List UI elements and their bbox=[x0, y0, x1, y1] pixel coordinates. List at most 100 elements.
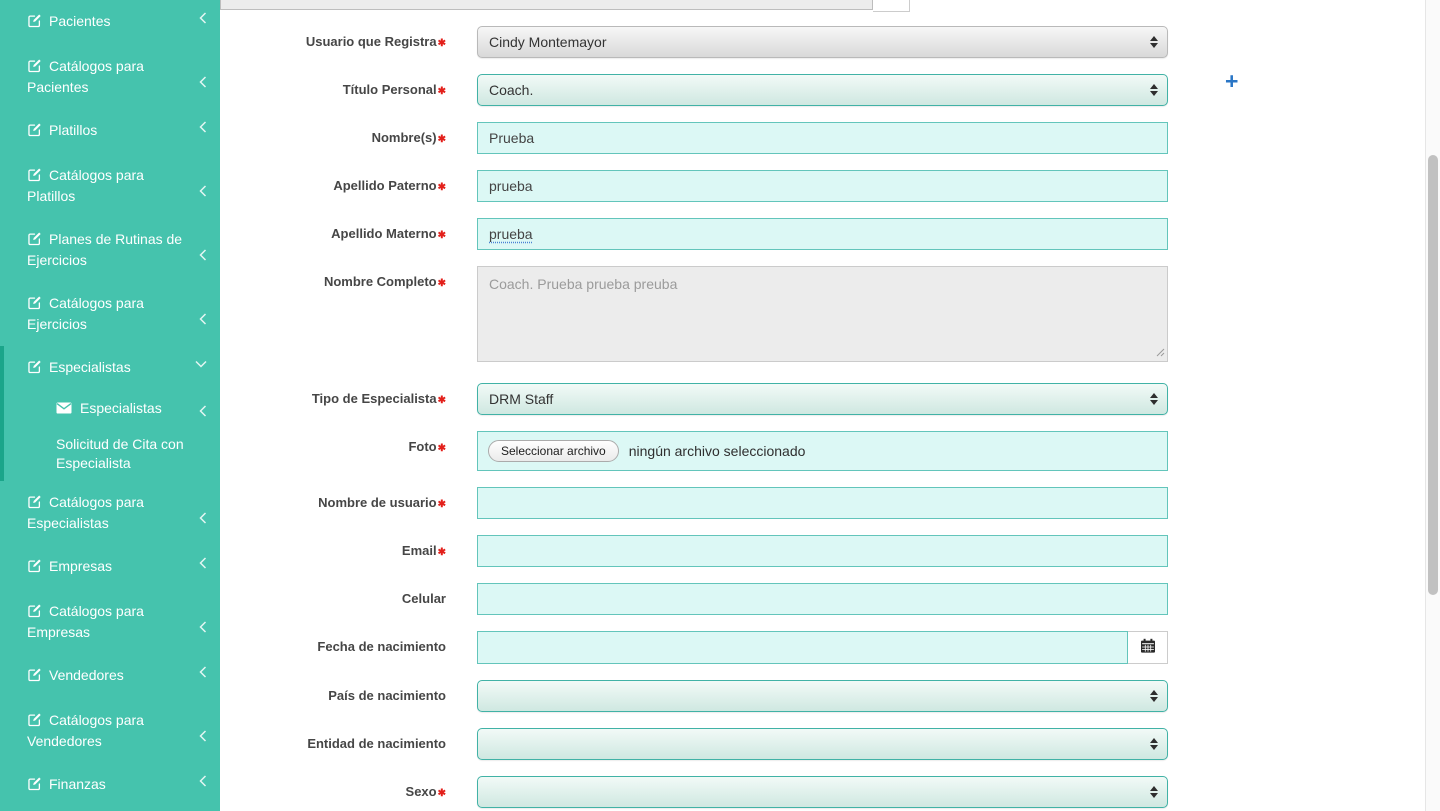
textarea-wrap bbox=[477, 266, 1168, 367]
sidebar-item-label: Platillos bbox=[49, 122, 97, 138]
sidebar-item-especialistas[interactable]: Especialistas bbox=[4, 346, 220, 391]
form-row-celular: Celular bbox=[220, 583, 1200, 615]
sidebar-item-label: Planes de Rutinas de Ejercicios bbox=[27, 231, 182, 268]
field-label-text: Foto bbox=[408, 439, 436, 454]
chevron-left-icon bbox=[199, 311, 207, 330]
sidebar-item-planes-de-rutinas-de-ejercicios[interactable]: Planes de Rutinas de Ejercicios bbox=[0, 218, 220, 282]
field-control: Cindy Montemayor bbox=[477, 26, 1168, 58]
field-label-text: Entidad de nacimiento bbox=[307, 736, 446, 751]
sidebar-item-pacientes[interactable]: Pacientes bbox=[0, 0, 220, 45]
chevron-left-icon bbox=[199, 119, 207, 138]
sidebar-item-label: Catálogos para Empresas bbox=[27, 603, 144, 640]
main-content: Usuario que Registra✱Cindy MontemayorTít… bbox=[220, 0, 1425, 811]
sidebar-item-label: Catálogos para Pacientes bbox=[27, 58, 144, 95]
resize-handle-icon[interactable] bbox=[1156, 344, 1165, 362]
arrow-up-icon bbox=[1150, 786, 1158, 791]
field-label-text: Celular bbox=[402, 591, 446, 606]
required-marker: ✱ bbox=[438, 499, 446, 510]
text-input-apellido-materno[interactable]: prueba bbox=[477, 218, 1168, 250]
select-titulo-personal[interactable]: Coach. bbox=[477, 74, 1168, 106]
sidebar-item-finanzas[interactable]: Finanzas bbox=[0, 763, 220, 808]
partial-input-top[interactable] bbox=[220, 0, 873, 10]
text-input-value: prueba bbox=[489, 226, 533, 242]
field-control bbox=[477, 680, 1168, 712]
select-entidad-de-nacimiento[interactable] bbox=[477, 728, 1168, 760]
sidebar-item-label: Pacientes bbox=[49, 13, 110, 29]
sidebar-item-catalogos-para-pacientes[interactable]: Catálogos para Pacientes bbox=[0, 45, 220, 109]
select-tipo-de-especialista[interactable]: DRM Staff bbox=[477, 383, 1168, 415]
chevron-left-icon bbox=[199, 74, 207, 93]
vertical-scrollbar-track[interactable] bbox=[1425, 0, 1440, 811]
arrow-down-icon bbox=[1150, 793, 1158, 798]
text-input-nombre-de-usuario[interactable] bbox=[477, 487, 1168, 519]
calendar-button[interactable] bbox=[1128, 631, 1168, 664]
sidebar-group-especialistas: EspecialistasEspecialistas Solicitud de C… bbox=[0, 346, 220, 481]
chevron-left-icon bbox=[199, 664, 207, 683]
form-row-partial-top bbox=[220, 0, 1200, 10]
field-control: prueba bbox=[477, 218, 1168, 250]
field-control bbox=[477, 266, 1168, 367]
select-arrows-icon bbox=[1150, 84, 1158, 96]
sidebar-item-label: Catálogos para Vendedores bbox=[27, 712, 144, 749]
sidebar-item-catalogos-para-empresas[interactable]: Catálogos para Empresas bbox=[0, 590, 220, 654]
edit-icon bbox=[27, 667, 42, 687]
arrow-up-icon bbox=[1150, 690, 1158, 695]
sidebar-item-empresas[interactable]: Empresas bbox=[0, 545, 220, 590]
sidebar-item-catalogos-para-ejercicios[interactable]: Catálogos para Ejercicios bbox=[0, 282, 220, 346]
chevron-left-icon bbox=[199, 247, 207, 266]
edit-icon bbox=[27, 558, 42, 578]
add-option-plus-icon[interactable]: + bbox=[1225, 73, 1245, 93]
field-label: Usuario que Registra✱ bbox=[220, 26, 446, 58]
field-label: Nombre de usuario✱ bbox=[220, 487, 446, 519]
required-marker: ✱ bbox=[438, 86, 446, 97]
text-input-celular[interactable] bbox=[477, 583, 1168, 615]
select-sexo[interactable] bbox=[477, 776, 1168, 808]
text-input-nombre-s[interactable]: Prueba bbox=[477, 122, 1168, 154]
chevron-left-icon bbox=[199, 510, 207, 529]
file-input-foto[interactable]: Seleccionar archivoningún archivo selecc… bbox=[477, 431, 1168, 471]
field-label: Email✱ bbox=[220, 535, 446, 567]
sidebar-item-label: Catálogos para Especialistas bbox=[27, 494, 144, 531]
required-marker: ✱ bbox=[438, 395, 446, 406]
chevron-left-icon bbox=[199, 773, 207, 792]
select-arrows-icon bbox=[1150, 36, 1158, 48]
sidebar-subitem-solicitud-de-cita-con-especialista[interactable]: Solicitud de Cita con Especialista bbox=[4, 427, 220, 481]
sidebar-subitem-especialistas[interactable]: Especialistas bbox=[4, 391, 220, 427]
arrow-down-icon bbox=[1150, 400, 1158, 405]
sidebar-item-catalogos-para-platillos[interactable]: Catálogos para Platillos bbox=[0, 154, 220, 218]
field-label-text: Sexo bbox=[406, 784, 437, 799]
sidebar-item-catalogos-para-especialistas[interactable]: Catálogos para Especialistas bbox=[0, 481, 220, 545]
field-label-text: Fecha de nacimiento bbox=[317, 639, 446, 654]
partial-button-top[interactable] bbox=[873, 0, 910, 12]
sidebar-item-platillos[interactable]: Platillos bbox=[0, 109, 220, 154]
select-usuario-que-registra[interactable]: Cindy Montemayor bbox=[477, 26, 1168, 58]
field-label-text: Usuario que Registra bbox=[306, 34, 437, 49]
date-input-fecha-de-nacimiento[interactable] bbox=[477, 631, 1128, 664]
edit-icon bbox=[27, 295, 42, 315]
required-marker: ✱ bbox=[438, 38, 446, 49]
sidebar-item-vendedores[interactable]: Vendedores bbox=[0, 654, 220, 699]
file-select-button[interactable]: Seleccionar archivo bbox=[488, 440, 619, 462]
select-pais-de-nacimiento[interactable] bbox=[477, 680, 1168, 712]
field-label: Celular bbox=[220, 583, 446, 615]
sidebar-item-catalogos-para-vendedores[interactable]: Catálogos para Vendedores bbox=[0, 699, 220, 763]
text-input-email[interactable] bbox=[477, 535, 1168, 567]
required-marker: ✱ bbox=[438, 230, 446, 241]
vertical-scrollbar-thumb[interactable] bbox=[1428, 155, 1438, 595]
form-row-email: Email✱ bbox=[220, 535, 1200, 567]
sidebar-subitem-label: Solicitud de Cita con Especialista bbox=[56, 436, 184, 471]
sidebar-menu: Pacientes Catálogos para Pacientes Platill… bbox=[0, 0, 220, 811]
field-control bbox=[477, 583, 1168, 615]
field-control bbox=[477, 631, 1168, 664]
field-label: Sexo✱ bbox=[220, 776, 446, 808]
required-marker: ✱ bbox=[438, 182, 446, 193]
field-label-text: Tipo de Especialista bbox=[312, 391, 437, 406]
field-label: Fecha de nacimiento bbox=[220, 631, 446, 664]
textarea-nombre-completo[interactable] bbox=[477, 266, 1168, 362]
required-marker: ✱ bbox=[438, 278, 446, 289]
sidebar-item-label: Finanzas bbox=[49, 776, 106, 792]
arrow-up-icon bbox=[1150, 84, 1158, 89]
select-arrows-icon bbox=[1150, 738, 1158, 750]
text-input-apellido-paterno[interactable]: prueba bbox=[477, 170, 1168, 202]
arrow-down-icon bbox=[1150, 697, 1158, 702]
